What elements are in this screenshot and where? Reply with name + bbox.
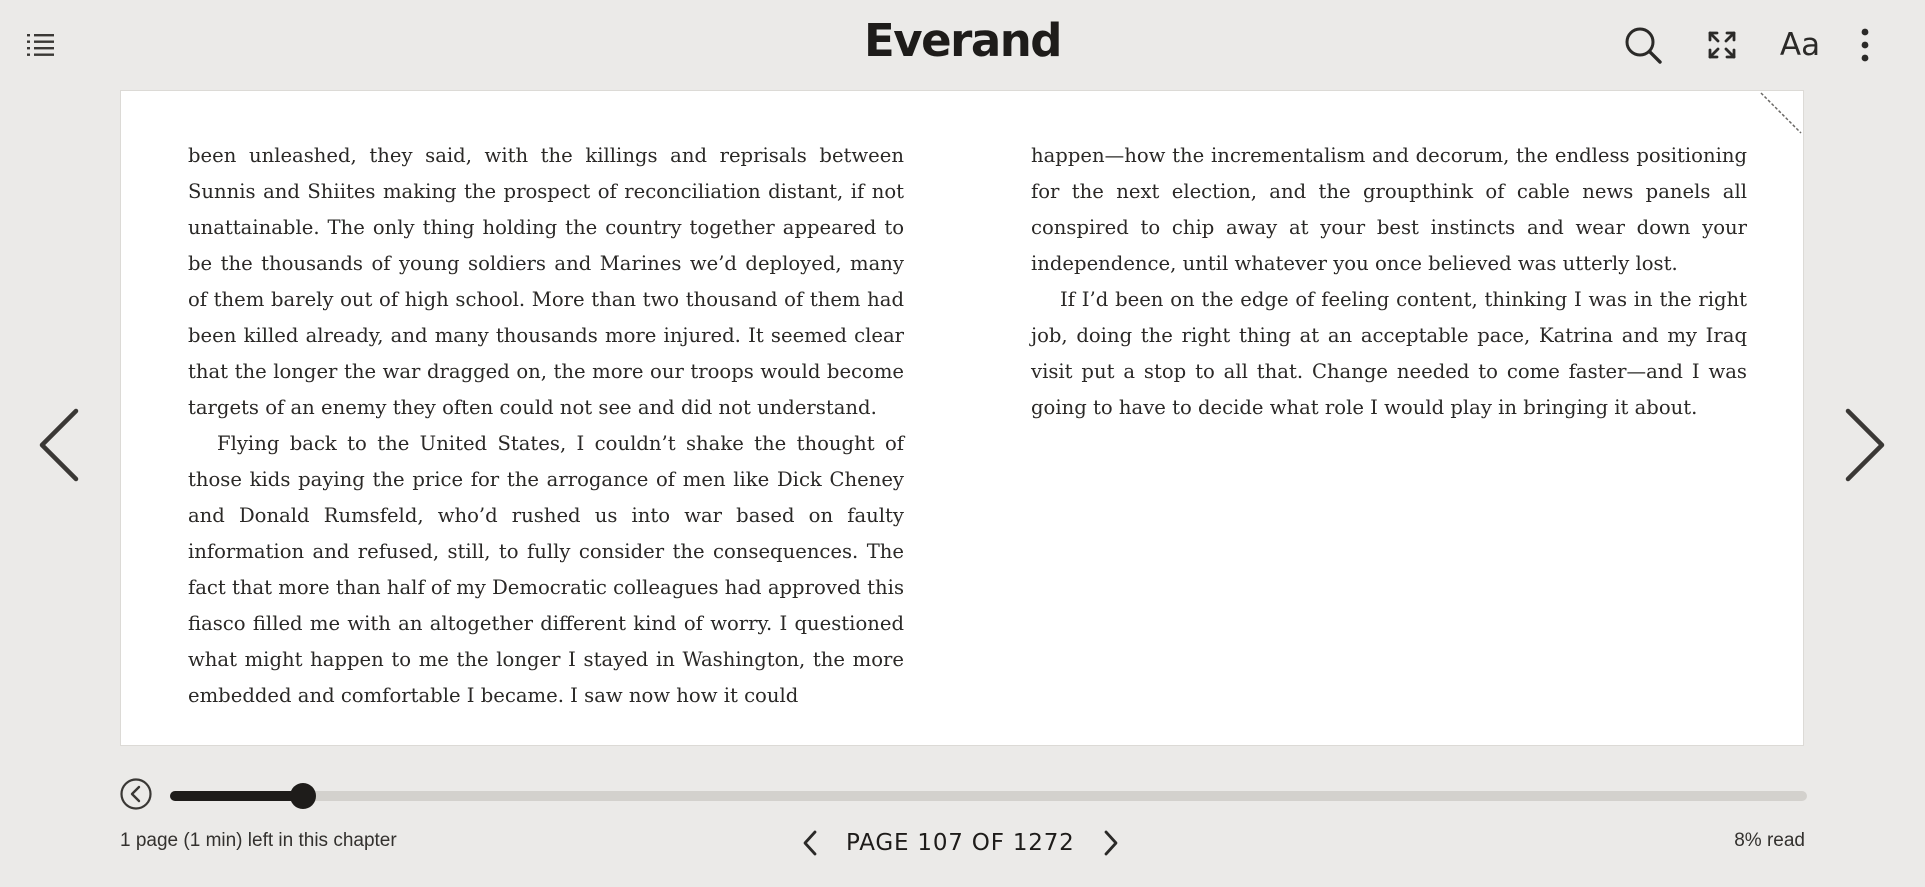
bookmark-corner-icon[interactable] <box>1755 91 1803 139</box>
top-bar: Everand Aa <box>0 0 1925 90</box>
back-circle-icon <box>120 778 152 810</box>
previous-page-button[interactable] <box>797 826 823 860</box>
reading-progress-slider[interactable] <box>170 783 1807 809</box>
fullscreen-button[interactable] <box>1702 24 1742 66</box>
page-navigator: PAGE 107 OF 1272 <box>797 826 1124 860</box>
search-icon <box>1625 27 1662 64</box>
more-options-button[interactable] <box>1854 24 1876 66</box>
chevron-right-icon <box>1104 830 1117 856</box>
fullscreen-icon <box>1708 31 1736 59</box>
paragraph: happen—how the incrementalism and decoru… <box>1031 144 1747 275</box>
search-button[interactable] <box>1622 24 1664 66</box>
right-column: happen—how the incrementalism and decoru… <box>1031 138 1747 426</box>
previous-page-arrow[interactable] <box>36 405 86 485</box>
chevron-left-icon <box>39 408 79 482</box>
left-column: been unleashed, they said, with the kill… <box>188 138 904 714</box>
paragraph: If I’d been on the edge of feeling conte… <box>1031 288 1747 419</box>
next-page-button[interactable] <box>1098 826 1124 860</box>
chapter-time-remaining: 1 page (1 min) left in this chapter <box>120 830 397 851</box>
progress-slider-handle[interactable] <box>289 783 316 809</box>
next-page-arrow[interactable] <box>1838 405 1888 485</box>
paragraph: been unleashed, they said, with the kill… <box>188 144 904 419</box>
chevron-left-icon <box>803 830 817 856</box>
progress-fill <box>170 791 303 801</box>
paragraph: Flying back to the United States, I coul… <box>188 432 904 707</box>
page-indicator: PAGE 107 OF 1272 <box>846 830 1075 856</box>
back-to-position-button[interactable] <box>120 778 152 810</box>
font-settings-button[interactable]: Aa <box>1776 24 1824 66</box>
percent-read: 8% read <box>1734 830 1805 851</box>
book-page: been unleashed, they said, with the kill… <box>120 90 1804 746</box>
more-vertical-icon <box>1861 28 1869 62</box>
chevron-right-icon <box>1845 408 1885 482</box>
